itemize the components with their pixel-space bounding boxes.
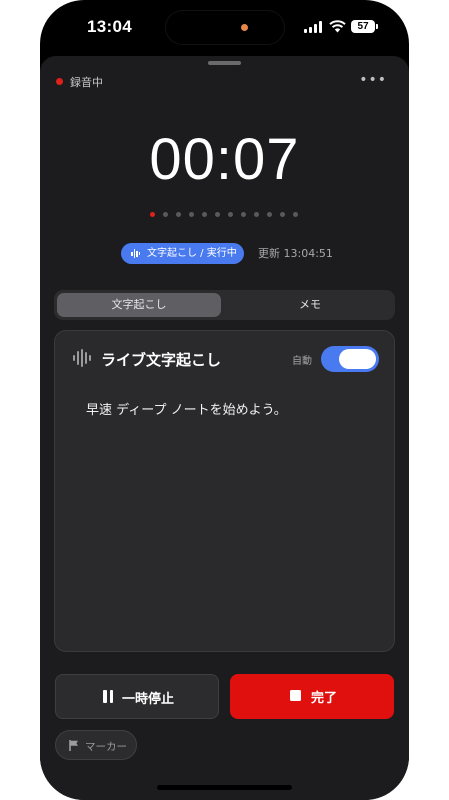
updated-timestamp: 更新 13:04:51 [258, 247, 333, 260]
marker-button[interactable]: マーカー [55, 730, 137, 760]
page-dot[interactable] [267, 212, 272, 217]
auto-toggle[interactable] [321, 346, 379, 372]
phone-frame: 13:04 57 録音中 ••• 00:07 文字起こし / 実行中 更新 13… [40, 0, 409, 800]
wifi-icon [329, 20, 346, 33]
waveform-icon [73, 349, 91, 367]
page-dot[interactable] [215, 212, 220, 217]
ellipsis-icon[interactable]: ••• [359, 72, 387, 88]
mode-segmented-control: 文字起こし メモ [54, 290, 395, 320]
transcription-badge-label: 文字起こし / 実行中 [147, 248, 237, 259]
recording-dot-icon [56, 78, 63, 85]
page-dot[interactable] [150, 212, 155, 217]
card-title: ライブ文字起こし [101, 351, 222, 369]
status-time: 13:04 [87, 17, 132, 36]
tab-transcription[interactable]: 文字起こし [57, 293, 221, 317]
page-dot[interactable] [254, 212, 259, 217]
pause-icon [103, 690, 113, 703]
elapsed-timer: 00:07 [149, 127, 300, 192]
page-dot[interactable] [280, 212, 285, 217]
auto-label: 自動 [292, 356, 312, 367]
page-dot[interactable] [202, 212, 207, 217]
page-dot[interactable] [176, 212, 181, 217]
dynamic-island [166, 11, 284, 44]
flag-icon [69, 740, 78, 751]
done-button-label: 完了 [311, 691, 338, 706]
live-transcription-card: ライブ文字起こし 自動 早速 ディープ ノートを始めよう。 [54, 330, 395, 652]
recording-status-label: 録音中 [70, 76, 103, 89]
toggle-knob [339, 349, 376, 369]
page-indicator [150, 212, 300, 218]
page-dot[interactable] [241, 212, 246, 217]
recording-sheet: 録音中 ••• 00:07 文字起こし / 実行中 更新 13:04:51 文字… [40, 56, 409, 800]
battery-icon: 57 [351, 20, 378, 33]
status-bar: 13:04 57 [40, 0, 409, 56]
tab-memo[interactable]: メモ [228, 293, 392, 317]
cellular-signal-icon [304, 21, 323, 33]
sheet-grabber[interactable] [208, 61, 241, 65]
done-button[interactable]: 完了 [230, 674, 394, 719]
page-dot[interactable] [293, 212, 298, 217]
page-dot[interactable] [163, 212, 168, 217]
camera-indicator-icon [241, 24, 248, 31]
pause-button[interactable]: 一時停止 [55, 674, 219, 719]
marker-button-label: マーカー [85, 741, 127, 753]
waveform-icon [131, 249, 141, 258]
home-indicator [157, 785, 292, 790]
stop-icon [290, 690, 301, 701]
transcription-status-badge: 文字起こし / 実行中 [121, 243, 244, 264]
transcript-text: 早速 ディープ ノートを始めよう。 [86, 403, 287, 418]
page-dot[interactable] [228, 212, 233, 217]
page-dot[interactable] [189, 212, 194, 217]
pause-button-label: 一時停止 [122, 692, 175, 707]
